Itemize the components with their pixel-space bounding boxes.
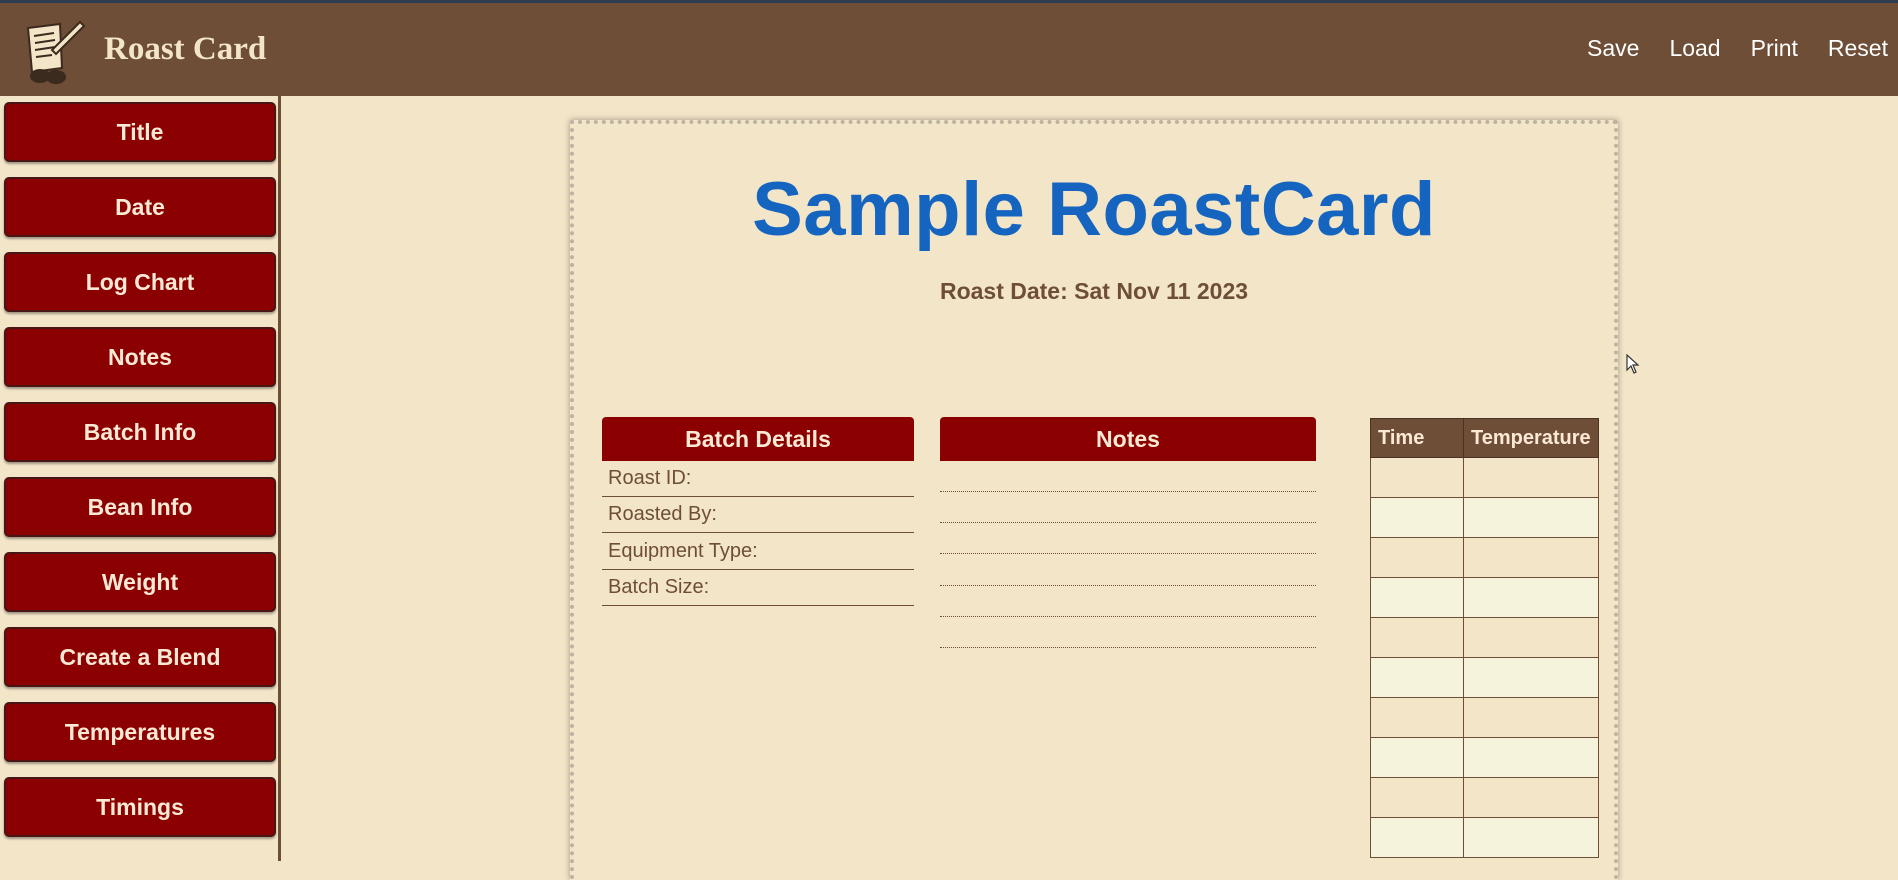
roasted-by-field[interactable]: Roasted By:: [602, 497, 914, 533]
sidebar-button-title[interactable]: Title: [4, 102, 276, 162]
table-row: [1370, 777, 1599, 818]
roast-date[interactable]: Roast Date: Sat Nov 11 2023: [574, 278, 1614, 305]
batch-size-field[interactable]: Batch Size:: [602, 570, 914, 606]
time-cell[interactable]: [1370, 617, 1464, 658]
note-line[interactable]: [940, 522, 1316, 523]
sidebar-button-date[interactable]: Date: [4, 177, 276, 237]
nav-save-link[interactable]: Save: [1587, 35, 1639, 62]
top-nav: Save Load Print Reset: [1557, 35, 1888, 62]
table-row: [1370, 577, 1599, 618]
roast-card: Sample RoastCard Roast Date: Sat Nov 11 …: [570, 120, 1618, 880]
note-line[interactable]: [940, 616, 1316, 617]
table-row: [1370, 697, 1599, 738]
time-cell[interactable]: [1370, 817, 1464, 858]
table-row: [1370, 497, 1599, 538]
temperature-cell[interactable]: [1463, 817, 1599, 858]
table-row: [1370, 657, 1599, 698]
time-temperature-table: Time Temperature: [1370, 418, 1599, 858]
time-cell[interactable]: [1370, 697, 1464, 738]
table-header-row: Time Temperature: [1370, 418, 1599, 458]
sidebar-button-log-chart[interactable]: Log Chart: [4, 252, 276, 312]
time-cell[interactable]: [1370, 457, 1464, 498]
time-cell[interactable]: [1370, 657, 1464, 698]
time-column-header: Time: [1370, 418, 1464, 458]
nav-load-link[interactable]: Load: [1669, 35, 1720, 62]
table-row: [1370, 537, 1599, 578]
table-row: [1370, 457, 1599, 498]
temperature-cell[interactable]: [1463, 577, 1599, 618]
temperature-cell[interactable]: [1463, 777, 1599, 818]
sidebar-button-notes[interactable]: Notes: [4, 327, 276, 387]
note-line[interactable]: [940, 553, 1316, 554]
temperature-cell[interactable]: [1463, 537, 1599, 578]
batch-details-heading: Batch Details: [602, 417, 914, 461]
temperature-cell[interactable]: [1463, 457, 1599, 498]
temperature-cell[interactable]: [1463, 737, 1599, 778]
temperature-cell[interactable]: [1463, 497, 1599, 538]
note-line[interactable]: [940, 585, 1316, 586]
temperature-cell[interactable]: [1463, 697, 1599, 738]
temperature-cell[interactable]: [1463, 657, 1599, 698]
nav-print-link[interactable]: Print: [1751, 35, 1798, 62]
roast-card-logo-icon: [26, 20, 86, 84]
card-title[interactable]: Sample RoastCard: [574, 166, 1614, 253]
sidebar-button-batch-info[interactable]: Batch Info: [4, 402, 276, 462]
temperature-cell[interactable]: [1463, 617, 1599, 658]
app-header: Roast Card Save Load Print Reset: [0, 3, 1898, 96]
note-line[interactable]: [940, 647, 1316, 648]
equipment-type-field[interactable]: Equipment Type:: [602, 534, 914, 570]
table-row: [1370, 617, 1599, 658]
notes-heading: Notes: [940, 417, 1316, 461]
time-cell[interactable]: [1370, 497, 1464, 538]
sidebar-button-weight[interactable]: Weight: [4, 552, 276, 612]
roast-id-field[interactable]: Roast ID:: [602, 461, 914, 497]
table-row: [1370, 737, 1599, 778]
time-cell[interactable]: [1370, 577, 1464, 618]
sidebar-button-timings[interactable]: Timings: [4, 777, 276, 837]
note-line[interactable]: [940, 491, 1316, 492]
sidebar-button-temperatures[interactable]: Temperatures: [4, 702, 276, 762]
time-cell[interactable]: [1370, 777, 1464, 818]
sidebar-button-bean-info[interactable]: Bean Info: [4, 477, 276, 537]
app-title: Roast Card: [104, 31, 267, 67]
mouse-pointer-icon: [1626, 354, 1640, 374]
nav-reset-link[interactable]: Reset: [1828, 35, 1888, 62]
sidebar-button-create-a-blend[interactable]: Create a Blend: [4, 627, 276, 687]
time-cell[interactable]: [1370, 537, 1464, 578]
time-cell[interactable]: [1370, 737, 1464, 778]
table-row: [1370, 817, 1599, 858]
temperature-column-header: Temperature: [1463, 418, 1599, 458]
sidebar: Title Date Log Chart Notes Batch Info Be…: [0, 96, 281, 861]
